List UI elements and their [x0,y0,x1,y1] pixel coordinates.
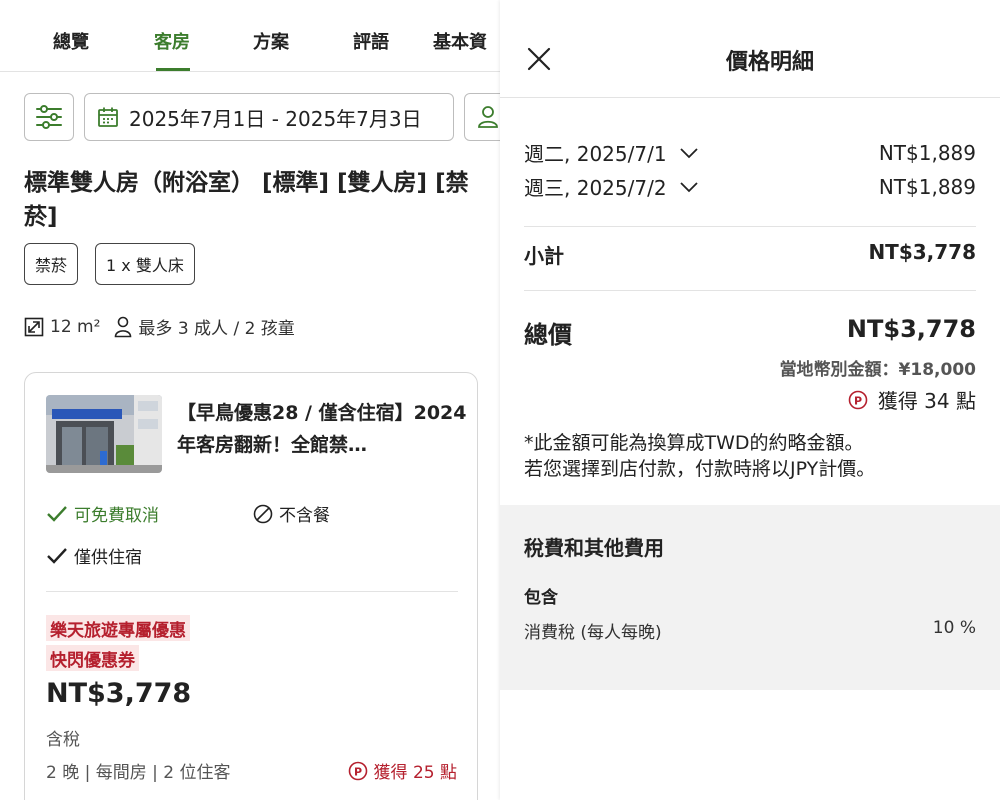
plan-name: 【早鳥優惠28 / 僅含住宿】2024年客房翻新！全館禁… [177,402,467,456]
promo-badge-exclusive: 樂天旅遊專屬優惠 [46,615,190,641]
check-icon [46,505,68,523]
night-price: NT$1,889 [878,174,976,199]
room-list-pane: 總覽 客房 方案 評語 基本資 2025年7月1日 - 2025年7月3日 標準… [0,0,500,800]
room-meta: 12 m² 最多 3 成人 / 2 孩童 [24,314,295,339]
taxes-title: 稅費和其他費用 [524,536,664,560]
tab-plans[interactable]: 方案 [253,28,289,54]
total-row: 總價 NT$3,778 [524,315,976,350]
panel-title: 價格明細 [725,50,814,75]
expand-area-icon [24,317,44,337]
plan-points: P 獲得 25 點 [348,758,457,783]
total-label: 總價 [524,321,572,349]
tax-included-note: 含稅 [46,730,80,750]
disclaimer-line: *此金額可能為換算成TWD的約略金額。 [524,432,864,454]
disclaimer-line: 若您選擇到店付款，付款時將以JPY計價。 [524,458,876,480]
chevron-down-icon [679,181,699,193]
date-range-value: 2025年7月1日 - 2025年7月3日 [129,106,422,131]
tab-reviews[interactable]: 評語 [353,28,389,54]
stay-only-feature: 僅供住宿 [46,543,142,568]
subtotal-value: NT$3,778 [868,240,976,264]
tab-basic-info[interactable]: 基本資 [433,28,487,54]
free-cancel-text: 可免費取消 [74,506,159,526]
night-price: NT$1,889 [878,140,976,165]
promo-badge-flash-coupon: 快閃優惠券 [46,645,139,671]
plan-card[interactable]: 【早鳥優惠28 / 僅含住宿】2024年客房翻新！全館禁… 可免費取消 不含餐 … [24,372,478,800]
plan-price: NT$3,778 [46,678,192,709]
night-row[interactable]: 週三, 2025/7/2 NT$1,889 [524,172,976,201]
earned-points-text: 獲得 34 點 [877,389,976,413]
tax-row: 消費稅 (每人每晚) 10 % [524,618,976,643]
no-meal-feature: 不含餐 [253,501,330,526]
stay-only-text: 僅供住宿 [74,548,142,568]
date-range-field[interactable]: 2025年7月1日 - 2025年7月3日 [84,93,454,141]
check-icon [46,547,68,565]
panel-header: 價格明細 [500,0,1000,98]
tab-bar: 總覽 客房 方案 評語 基本資 [0,0,500,72]
svg-text:P: P [354,765,362,778]
person-icon [478,106,498,128]
svg-text:P: P [854,394,862,407]
room-title: 標準雙人房（附浴室） [標準] [雙人房] [禁菸] [24,170,469,230]
total-value: NT$3,778 [846,315,976,343]
chevron-down-icon [679,147,699,159]
calendar-icon [98,107,118,127]
tax-name: 消費稅 (每人每晚) [524,623,662,643]
included-label: 包含 [524,588,558,608]
subtotal-label: 小計 [524,244,564,268]
taxes-section: 稅費和其他費用 包含 消費稅 (每人每晚) 10 % [500,505,1000,690]
no-meal-text: 不含餐 [279,506,330,526]
hotel-photo [46,395,162,473]
free-cancel-feature: 可免費取消 [46,501,159,526]
person-outline-icon [114,316,132,338]
tag-non-smoking: 禁菸 [24,243,79,285]
points-icon: P [848,390,868,410]
night-date: 週二, 2025/7/1 [524,142,667,166]
tax-rate: 10 % [932,618,976,638]
local-currency-amount: 當地幣別金額：¥18,000 [779,360,976,380]
price-detail-panel: 價格明細 週二, 2025/7/1 NT$1,889 週三, 2025/7/2 … [500,0,1000,800]
tag-bed-type: 1 x 雙人床 [95,243,195,285]
divider [524,290,976,291]
plan-points-text: 獲得 25 點 [373,763,457,783]
tab-overview[interactable]: 總覽 [53,28,89,54]
earned-points: P 獲得 34 點 [848,385,976,414]
guest-field[interactable] [464,93,500,141]
currency-disclaimer: *此金額可能為換算成TWD的約略金額。 若您選擇到店付款，付款時將以JPY計價。 [524,430,984,482]
subtotal-row: 小計 NT$3,778 [524,240,976,269]
prohibited-icon [253,504,273,524]
stay-info: 2 晚 | 每間房 | 2 位住客 [46,763,231,783]
divider [524,226,976,227]
filter-button[interactable] [24,93,74,141]
tab-rooms[interactable]: 客房 [154,28,190,54]
points-icon: P [348,761,368,781]
night-row[interactable]: 週二, 2025/7/1 NT$1,889 [524,138,976,167]
active-tab-indicator [156,68,190,71]
room-capacity: 最多 3 成人 / 2 孩童 [138,319,295,339]
night-date: 週三, 2025/7/2 [524,176,667,200]
divider [46,591,458,592]
room-size: 12 m² [50,316,101,337]
sliders-icon [36,105,62,129]
